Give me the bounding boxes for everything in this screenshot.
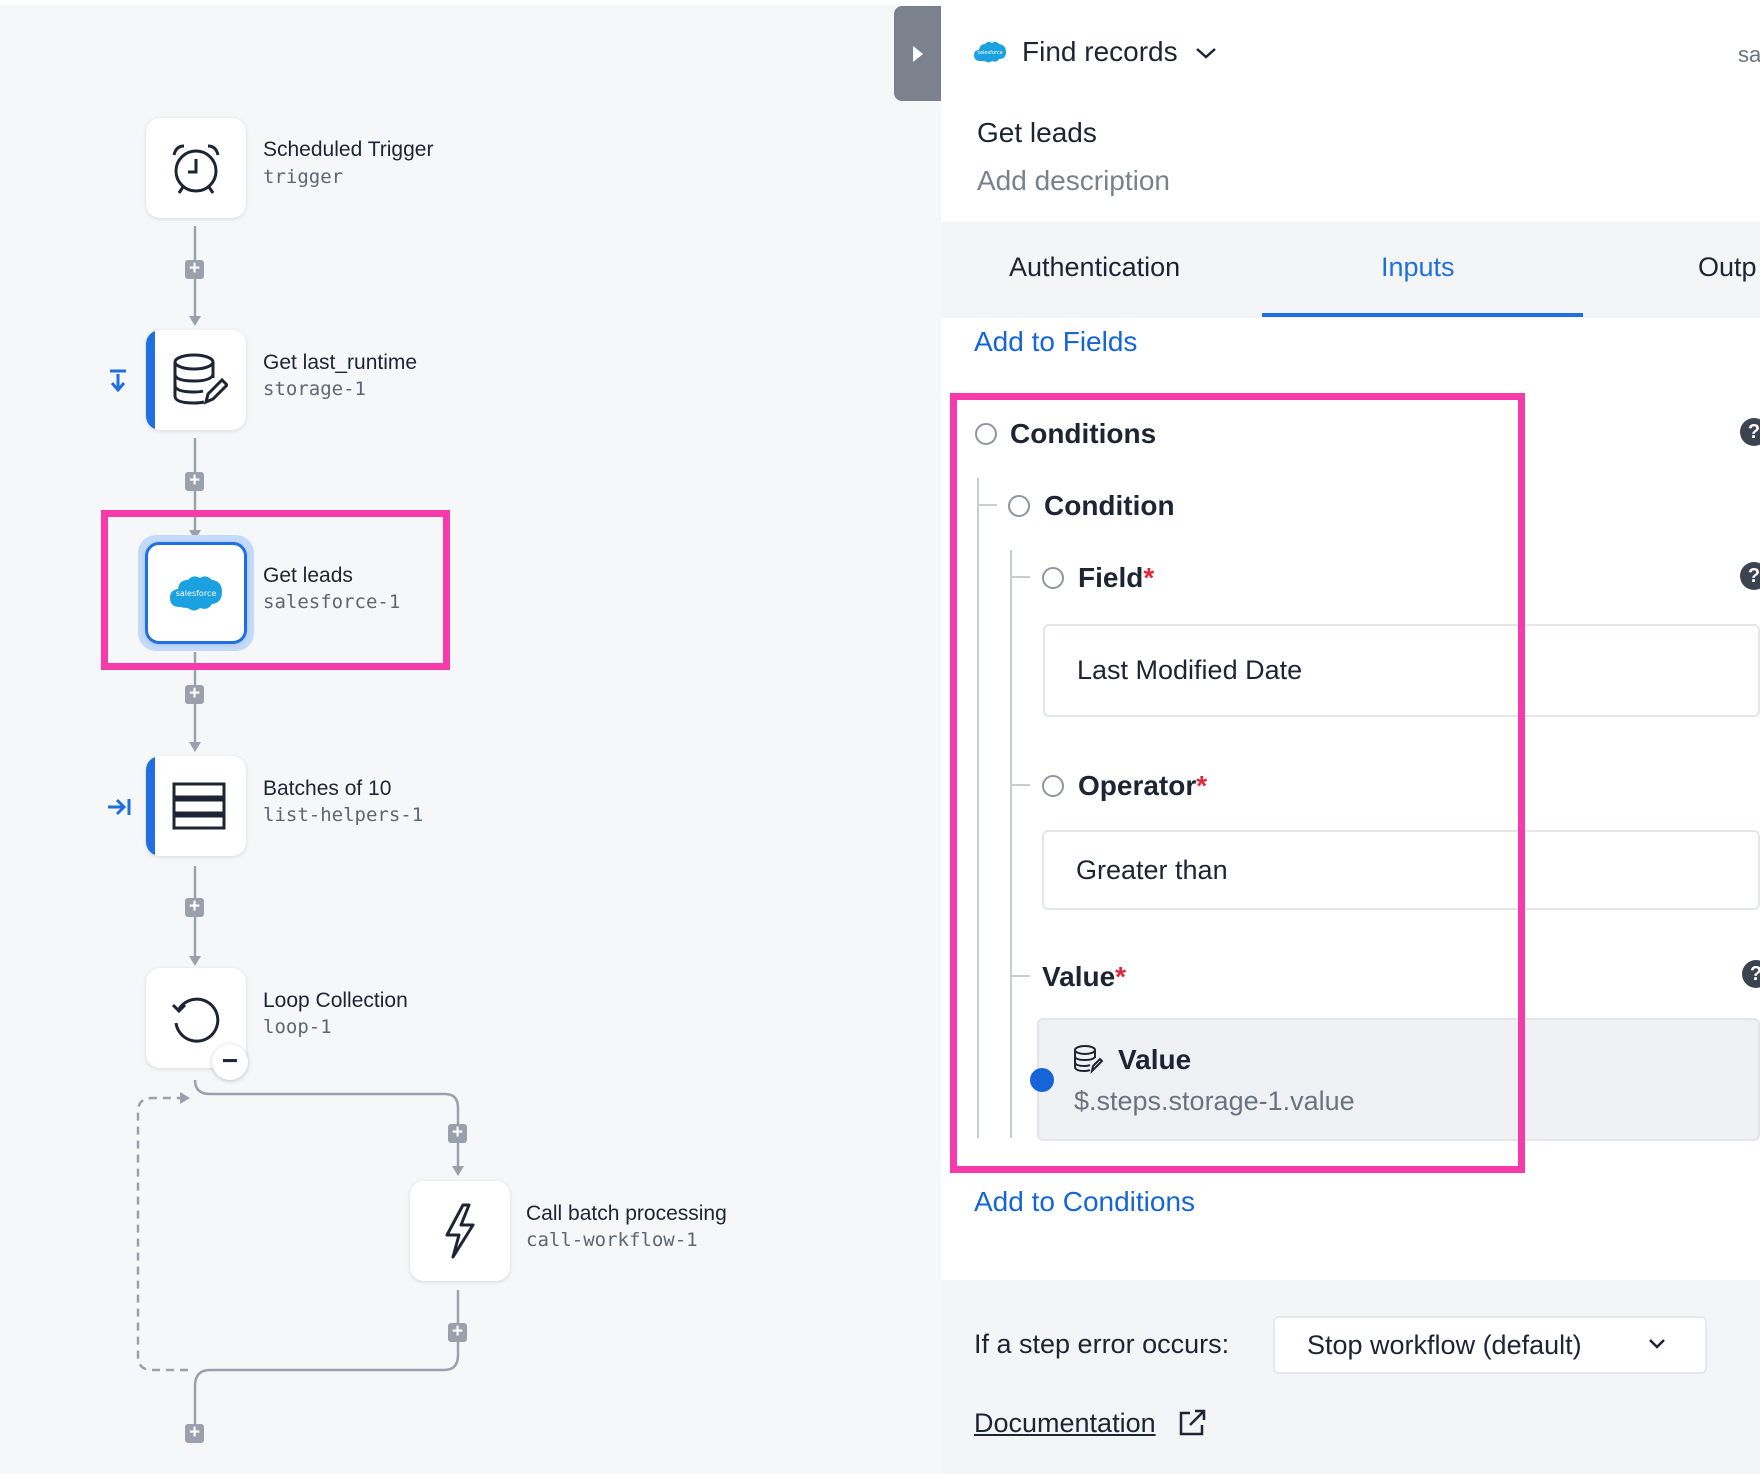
list-rows-icon <box>172 782 226 830</box>
collapse-loop-button[interactable]: − <box>212 1044 248 1080</box>
alarm-clock-icon <box>172 144 220 194</box>
highlight-box <box>101 510 450 670</box>
node-batches-of-10[interactable] <box>146 756 246 856</box>
tab-outputs[interactable]: Outp <box>1698 252 1757 283</box>
tab-authentication[interactable]: Authentication <box>1009 252 1180 283</box>
svg-text:salesforce: salesforce <box>977 50 1002 56</box>
node-id: list-helpers-1 <box>263 804 424 826</box>
node-title: Get last_runtime <box>263 351 418 374</box>
database-edit-icon <box>173 353 228 405</box>
loop-arrow-icon <box>171 997 220 1043</box>
action-title[interactable]: Find records <box>1022 36 1178 68</box>
description-field[interactable]: Add description <box>977 165 1170 197</box>
node-title: Scheduled Trigger <box>263 138 434 161</box>
node-id: trigger <box>263 166 344 188</box>
node-get-last-runtime[interactable] <box>146 330 246 430</box>
header-right-text: sa <box>1738 42 1760 67</box>
help-icon[interactable]: ? <box>1740 562 1760 590</box>
step-name[interactable]: Get leads <box>977 117 1097 149</box>
node-title: Batches of 10 <box>263 777 392 800</box>
arrow-to-line-icon <box>106 796 132 825</box>
salesforce-logo-icon: salesforce <box>974 41 1006 63</box>
add-to-fields-link[interactable]: Add to Fields <box>974 326 1137 358</box>
help-icon[interactable]: ? <box>1740 418 1760 446</box>
add-step-button[interactable]: + <box>185 1423 204 1443</box>
add-step-button[interactable]: + <box>185 897 204 917</box>
chevron-down-icon[interactable] <box>1646 1336 1668 1352</box>
highlight-box <box>950 393 1525 1173</box>
add-step-button[interactable]: + <box>448 1123 467 1143</box>
download-arrow-icon <box>108 368 128 401</box>
error-handling-value: Stop workflow (default) <box>1307 1329 1582 1360</box>
add-step-button[interactable]: + <box>185 471 204 491</box>
lightning-bolt-icon <box>445 1203 475 1259</box>
error-handling-select[interactable]: Stop workflow (default) <box>1273 1316 1707 1374</box>
external-link-icon[interactable] <box>1177 1408 1207 1438</box>
node-title: Call batch processing <box>526 1202 727 1225</box>
node-id: loop-1 <box>263 1016 332 1038</box>
error-handling-label: If a step error occurs: <box>974 1329 1230 1359</box>
node-title: Loop Collection <box>263 989 408 1012</box>
node-id: call-workflow-1 <box>526 1229 698 1251</box>
add-to-conditions-link[interactable]: Add to Conditions <box>974 1186 1195 1218</box>
documentation-link[interactable]: Documentation <box>974 1408 1156 1439</box>
collapse-panel-button[interactable] <box>894 6 942 101</box>
tab-inputs[interactable]: Inputs <box>1381 252 1455 283</box>
active-tab-indicator <box>1262 313 1583 317</box>
add-step-button[interactable]: + <box>448 1322 467 1342</box>
add-step-button[interactable]: + <box>185 259 204 279</box>
node-id: storage-1 <box>263 378 366 400</box>
add-step-button[interactable]: + <box>185 684 204 704</box>
node-call-batch-processing[interactable] <box>410 1181 510 1281</box>
panel-footer <box>941 1280 1760 1474</box>
chevron-down-icon[interactable] <box>1194 45 1218 61</box>
node-scheduled-trigger[interactable] <box>146 118 246 218</box>
